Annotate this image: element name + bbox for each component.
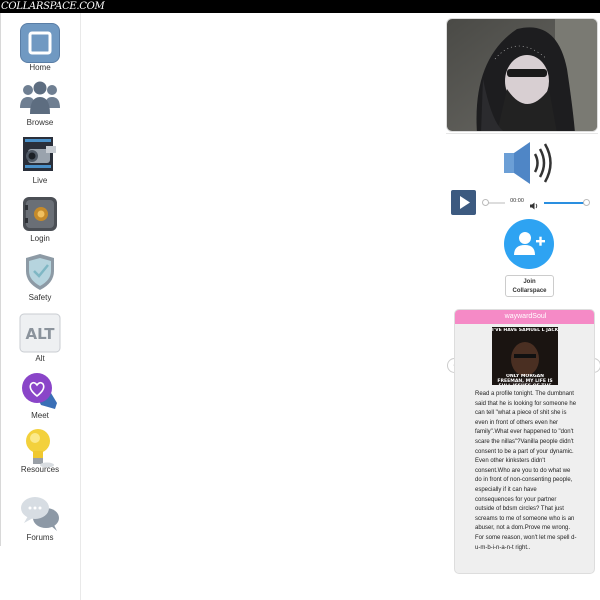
safe-lock-icon [22,196,58,232]
sidebar-nav: Home Browse Live Login Safety ALT Alt Me… [0,13,81,600]
sidebar-item-browse[interactable]: Browse [0,81,80,131]
sidebar-item-label: Alt [35,354,45,363]
speaker-icon [502,140,558,186]
webcam-preview[interactable] [446,18,598,132]
post-card: waywardSoul I'VE HAVE SAMUEL L JACKSON I… [454,309,595,574]
heart-chat-icon [21,373,59,409]
post-meme-image: I'VE HAVE SAMUEL L JACKSON IN MY LIFE ON… [492,327,558,385]
join-button[interactable]: Join Collarspace [505,275,554,297]
shield-icon [24,253,56,291]
progress-slider[interactable] [482,199,505,206]
sidebar-item-login[interactable]: Login [0,196,80,246]
post-username[interactable]: waywardSoul [455,310,594,324]
sidebar-item-label: Forums [26,533,54,542]
alt-icon: ALT [19,313,61,353]
meme-bottom-text: ONLY MORGAN FREEMAN, MY LIFE IS FULL ISS… [497,374,553,385]
sidebar-item-label: Browse [26,118,54,127]
sidebar-item-home[interactable]: Home [0,22,80,74]
home-icon [20,23,60,63]
top-bar: COLLARSPACE.COM [0,0,600,13]
time-display: 00:00 [510,198,524,204]
add-user-icon[interactable] [504,219,554,269]
svg-text:ALT: ALT [26,325,56,343]
sidebar-item-safety[interactable]: Safety [0,253,80,305]
sidebar-item-label: Meet [31,411,49,420]
sidebar-item-alt[interactable]: ALT Alt [0,313,80,365]
people-icon [19,81,61,115]
chat-bubbles-icon [20,495,60,531]
sidebar-item-resources[interactable]: Resources [0,428,80,480]
volume-icon[interactable] [529,198,539,210]
sidebar-item-meet[interactable]: Meet [0,373,80,425]
sidebar-item-label: Resources [20,465,60,474]
meme-top-text: I'VE HAVE SAMUEL L JACKSON IN MY LIFE [492,328,558,333]
lightbulb-icon [25,428,55,468]
site-logo[interactable]: COLLARSPACE.COM [1,0,105,13]
sidebar-item-label: Login [30,234,50,243]
camcorder-icon [20,135,60,175]
volume-slider[interactable] [544,199,590,206]
sidebar-item-label: Home [29,63,51,72]
audio-player: 00:00 [451,190,591,216]
post-body: Read a profile tonight. The dumbnant sai… [475,391,577,551]
sidebar-item-label: Live [32,176,48,185]
play-button[interactable] [451,190,476,215]
sidebar-item-label: Safety [28,293,52,302]
sidebar-item-live[interactable]: Live [0,135,80,187]
play-icon [460,196,470,209]
sidebar-item-forums[interactable]: Forums [0,495,80,547]
